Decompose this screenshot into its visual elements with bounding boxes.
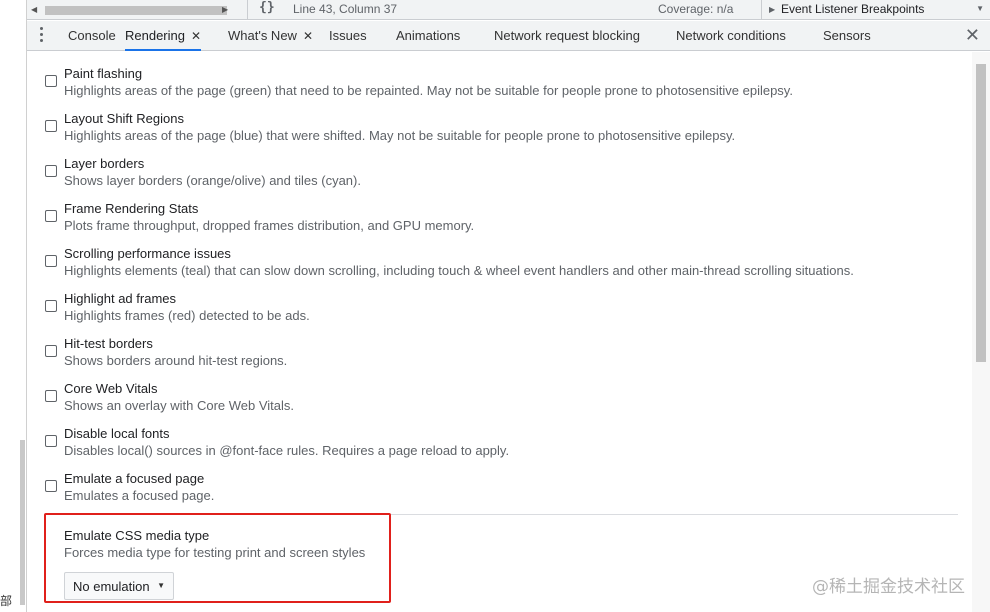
cursor-position: Line 43, Column 37: [293, 2, 398, 16]
option-highlight-ad-frames: Highlight ad frames Highlights frames (r…: [27, 277, 972, 323]
option-description: Shows borders around hit-test regions.: [64, 353, 288, 368]
option-description: Highlights areas of the page (blue) that…: [64, 128, 736, 143]
checkbox[interactable]: [45, 165, 57, 177]
checkbox[interactable]: [45, 300, 57, 312]
tab-label: Issues: [329, 28, 367, 43]
option-title: Scrolling performance issues: [64, 246, 231, 261]
checkbox[interactable]: [45, 75, 57, 87]
checkbox[interactable]: [45, 210, 57, 222]
option-title: Emulate a focused page: [64, 471, 205, 486]
option-core-web-vitals: Core Web Vitals Shows an overlay with Co…: [27, 367, 972, 413]
more-tools-menu-icon[interactable]: [39, 27, 45, 43]
option-hit-test-borders: Hit-test borders Shows borders around hi…: [27, 322, 972, 368]
close-drawer-icon[interactable]: ✕: [965, 25, 980, 45]
checkbox[interactable]: [45, 345, 57, 357]
tab-whats-new[interactable]: What's New ✕: [228, 21, 313, 51]
tab-network-conditions[interactable]: Network conditions: [676, 21, 786, 51]
option-description: Highlights elements (teal) that can slow…: [64, 263, 854, 278]
tab-label: What's New: [228, 28, 297, 43]
option-description: Shows an overlay with Core Web Vitals.: [64, 398, 295, 413]
tab-network-request-blocking[interactable]: Network request blocking: [494, 21, 640, 51]
watermark: @稀土掘金技术社区: [812, 577, 965, 597]
tab-animations[interactable]: Animations: [396, 21, 460, 51]
page-scrollbar[interactable]: [20, 440, 25, 605]
divider: [761, 0, 762, 20]
vertical-scroll-thumb[interactable]: [976, 64, 986, 362]
option-disable-local-fonts: Disable local fonts Disables local() sou…: [27, 412, 972, 458]
option-scrolling-performance-issues: Scrolling performance issues Highlights …: [27, 232, 972, 278]
option-description: Disables local() sources in @font-face r…: [64, 443, 510, 458]
drawer-tab-bar: Console Rendering ✕ What's New ✕ Issues An…: [27, 21, 990, 51]
rendering-panel: Paint flashing Highlights areas of the p…: [27, 52, 972, 612]
tab-label: Console: [68, 28, 116, 43]
tab-label: Animations: [396, 28, 461, 43]
option-title: Disable local fonts: [64, 426, 170, 441]
checkbox[interactable]: [45, 390, 57, 402]
horizontal-scroll-thumb[interactable]: [45, 6, 227, 15]
option-title: Hit-test borders: [64, 336, 153, 351]
close-tab-icon[interactable]: ✕: [191, 29, 201, 43]
option-layer-borders: Layer borders Shows layer borders (orang…: [27, 142, 972, 188]
expand-triangle-icon: ▶: [769, 5, 776, 14]
option-description: Plots frame throughput, dropped frames d…: [64, 218, 475, 233]
coverage-status: Coverage: n/a: [658, 2, 734, 16]
option-emulate-focused-page: Emulate a focused page Emulates a focuse…: [27, 457, 972, 503]
event-listener-breakpoints-header[interactable]: ▶ Event Listener Breakpoints ▼: [763, 0, 990, 20]
tab-console[interactable]: Console: [68, 21, 116, 51]
option-frame-rendering-stats: Frame Rendering Stats Plots frame throug…: [27, 187, 972, 233]
annotation-highlight-box: [44, 513, 391, 603]
tab-label: Network request blocking: [494, 28, 640, 43]
tab-label: Rendering: [125, 28, 185, 43]
tab-label: Network conditions: [676, 28, 786, 43]
checkbox[interactable]: [45, 120, 57, 132]
option-layout-shift-regions: Layout Shift Regions Highlights areas of…: [27, 97, 972, 143]
scroll-left-icon[interactable]: ◀: [31, 5, 37, 14]
tab-label: Sensors: [823, 28, 871, 43]
tab-sensors[interactable]: Sensors: [823, 21, 871, 51]
checkbox[interactable]: [45, 480, 57, 492]
option-description: Emulates a focused page.: [64, 488, 215, 503]
close-tab-icon[interactable]: ✕: [303, 29, 313, 43]
option-title: Frame Rendering Stats: [64, 201, 199, 216]
event-listener-breakpoints-label: Event Listener Breakpoints: [781, 2, 925, 16]
checkbox[interactable]: [45, 435, 57, 447]
option-title: Paint flashing: [64, 66, 143, 81]
scroll-right-icon[interactable]: ▶: [222, 5, 228, 14]
pretty-print-button[interactable]: {}: [259, 0, 275, 15]
tab-issues[interactable]: Issues: [329, 21, 367, 51]
option-title: Layer borders: [64, 156, 145, 171]
option-paint-flashing: Paint flashing Highlights areas of the p…: [27, 52, 972, 98]
option-description: Highlights areas of the page (green) tha…: [64, 83, 793, 98]
option-title: Layout Shift Regions: [64, 111, 184, 126]
vertical-scrollbar[interactable]: [972, 52, 990, 612]
tab-rendering[interactable]: Rendering ✕: [125, 21, 202, 51]
source-status-bar: ◀ ▶ {} Line 43, Column 37 Coverage: n/a …: [27, 0, 990, 20]
option-description: Shows layer borders (orange/olive) and t…: [64, 173, 361, 188]
scroll-down-icon[interactable]: ▼: [976, 4, 984, 13]
option-title: Highlight ad frames: [64, 291, 176, 306]
horizontal-scrollbar[interactable]: ◀ ▶: [29, 3, 229, 17]
page-left-strip: 部: [0, 0, 27, 612]
option-title: Core Web Vitals: [64, 381, 158, 396]
checkbox[interactable]: [45, 255, 57, 267]
page-glyph: 部: [0, 594, 13, 608]
option-description: Highlights frames (red) detected to be a…: [64, 308, 310, 323]
divider: [247, 0, 248, 20]
